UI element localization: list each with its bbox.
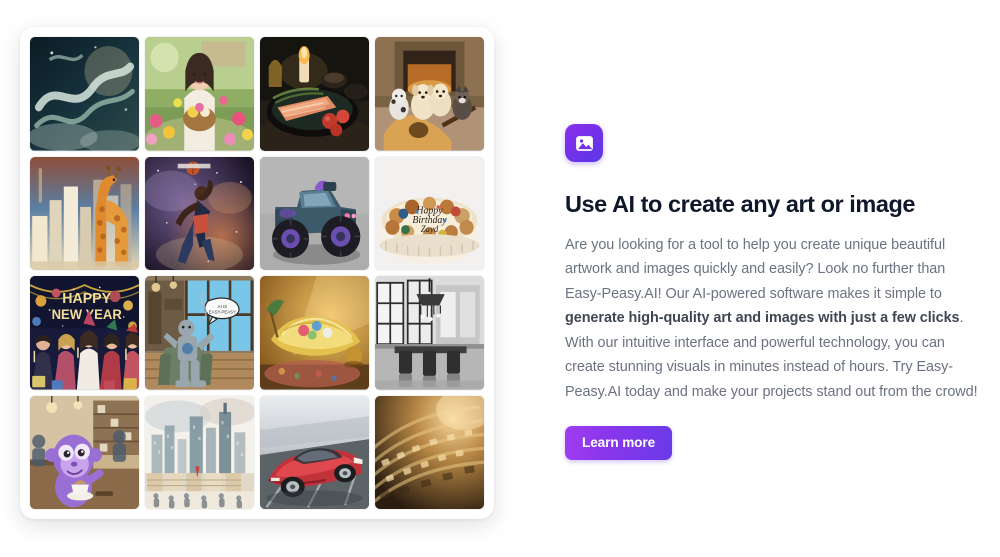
gallery-tile-dunk-nebula[interactable] <box>145 156 254 270</box>
gallery-tile-giraffe-city[interactable] <box>30 156 139 270</box>
ai-image-gallery-card: Happy Birthday Zayd HAPPY NEW YEAR AI IS… <box>20 27 494 519</box>
image-icon <box>565 124 603 162</box>
gallery-tile-puppies-guitar[interactable] <box>375 37 484 151</box>
gallery-tile-woman-flowers[interactable] <box>145 37 254 151</box>
golden-macro-artwork <box>375 395 484 509</box>
city-watercolor-artwork <box>145 395 254 509</box>
salmon-dinner-artwork <box>260 37 369 151</box>
promo-page: Happy Birthday Zayd HAPPY NEW YEAR AI IS… <box>0 0 1000 557</box>
giraffe-city-artwork <box>30 156 139 270</box>
gallery-tile-salmon-dinner[interactable] <box>260 37 369 151</box>
svg-text:AI IS: AI IS <box>218 304 227 309</box>
svg-text:EASY-PEASY: EASY-PEASY <box>209 309 236 314</box>
gallery-tile-golden-macro[interactable] <box>375 395 484 509</box>
red-supercar-artwork <box>260 395 369 509</box>
promo-description-part1: Are you looking for a tool to help you c… <box>565 236 946 302</box>
image-grid: Happy Birthday Zayd HAPPY NEW YEAR AI IS… <box>30 37 484 509</box>
gallery-tile-monkey-cafe[interactable] <box>30 395 139 509</box>
gallery-tile-red-supercar[interactable] <box>260 395 369 509</box>
gallery-tile-city-watercolor[interactable] <box>145 395 254 509</box>
monkey-cafe-artwork <box>30 395 139 509</box>
new-year-party-artwork: HAPPY NEW YEAR <box>30 276 139 390</box>
dragon-artwork <box>30 37 139 151</box>
promo-description-highlight: generate high-quality art and images wit… <box>565 310 960 327</box>
svg-text:Zayd: Zayd <box>421 223 439 233</box>
gallery-tile-robot-armchair[interactable]: AI IS EASY-PEASY <box>145 276 254 390</box>
robot-armchair-artwork: AI IS EASY-PEASY <box>145 276 254 390</box>
dining-bw-artwork <box>375 276 484 390</box>
svg-text:HAPPY: HAPPY <box>62 291 111 307</box>
page-title: Use AI to create any art or image <box>565 191 915 217</box>
puppies-guitar-artwork <box>375 37 484 151</box>
learn-more-button[interactable]: Learn more <box>565 426 673 461</box>
gallery-tile-birthday-cake[interactable]: Happy Birthday Zayd <box>375 156 484 270</box>
gallery-tile-banana-stilllife[interactable] <box>260 276 369 390</box>
gallery-tile-new-year-party[interactable]: HAPPY NEW YEAR <box>30 276 139 390</box>
woman-flowers-artwork <box>145 37 254 151</box>
promo-description: Are you looking for a tool to help you c… <box>565 233 985 405</box>
promo-content: Use AI to create any art or image Are yo… <box>565 124 985 461</box>
gallery-tile-monster-truck[interactable] <box>260 156 369 270</box>
banana-stilllife-artwork <box>260 276 369 390</box>
birthday-cake-artwork: Happy Birthday Zayd <box>375 156 484 270</box>
dunk-nebula-artwork <box>145 156 254 270</box>
monster-truck-artwork <box>260 156 369 270</box>
gallery-tile-dragon[interactable] <box>30 37 139 151</box>
gallery-tile-dining-bw[interactable] <box>375 276 484 390</box>
image-icon-glyph <box>575 135 593 151</box>
